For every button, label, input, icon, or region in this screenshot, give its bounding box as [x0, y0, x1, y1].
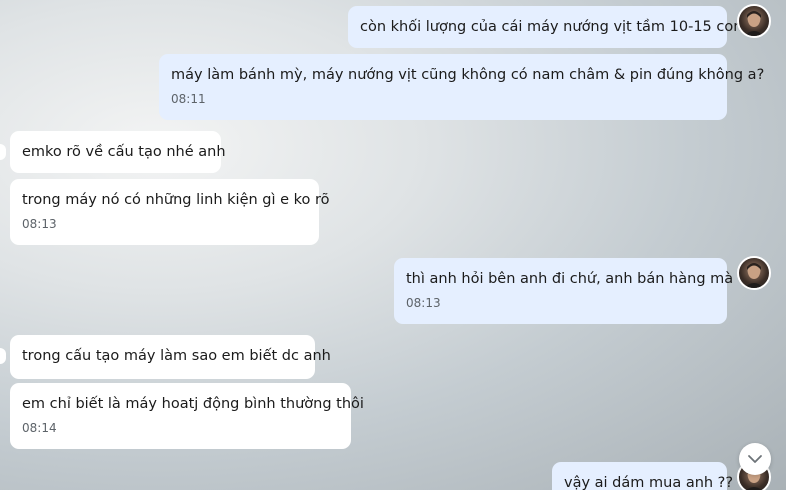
avatar-photo-icon [744, 263, 764, 288]
message-time: 08:13 [22, 217, 57, 231]
message-time: 08:13 [406, 296, 441, 310]
message-text: thì anh hỏi bên anh đi chứ, anh bán hàng… [406, 271, 746, 287]
message-text: emko rõ về cấu tạo nhé anh [22, 144, 226, 160]
message-text: còn khối lượng của cái máy nướng vịt tầm… [360, 19, 743, 35]
message-bubble-incoming[interactable]: trong cấu tạo máy làm sao em biết dc anh [10, 335, 331, 379]
message-bubble-outgoing[interactable]: còn khối lượng của cái máy nướng vịt tầm… [348, 6, 743, 48]
message-time: 08:11 [171, 92, 206, 106]
message-bubble-outgoing[interactable]: máy làm bánh mỳ, máy nướng vịt cũng khôn… [159, 54, 765, 120]
user-avatar[interactable] [737, 256, 771, 290]
message-text: máy làm bánh mỳ, máy nướng vịt cũng khôn… [171, 67, 765, 83]
user-avatar[interactable] [737, 4, 771, 38]
message-bubble-incoming[interactable]: trong máy nó có những linh kiện gì e ko … [10, 179, 330, 245]
message-text: em chỉ biết là máy hoatj động bình thườn… [22, 396, 364, 412]
message-bubble-outgoing[interactable]: vậy ai dám mua anh ?? [552, 462, 734, 490]
incoming-avatar-edge [0, 348, 6, 364]
message-text: trong cấu tạo máy làm sao em biết dc anh [22, 348, 331, 364]
message-bubble-incoming[interactable]: em chỉ biết là máy hoatj động bình thườn… [10, 383, 364, 449]
message-bubble-outgoing[interactable]: thì anh hỏi bên anh đi chứ, anh bán hàng… [394, 258, 746, 324]
message-time: 08:14 [22, 421, 57, 435]
chat-message-list[interactable]: còn khối lượng của cái máy nướng vịt tầm… [0, 0, 786, 490]
incoming-avatar-edge [0, 144, 6, 160]
message-text: vậy ai dám mua anh ?? [564, 475, 734, 490]
message-text: trong máy nó có những linh kiện gì e ko … [22, 192, 330, 208]
avatar-photo-icon [744, 11, 764, 36]
chevron-down-icon [748, 455, 762, 463]
message-bubble-incoming[interactable]: emko rõ về cấu tạo nhé anh [10, 131, 226, 173]
scroll-to-bottom-button[interactable] [739, 443, 771, 475]
